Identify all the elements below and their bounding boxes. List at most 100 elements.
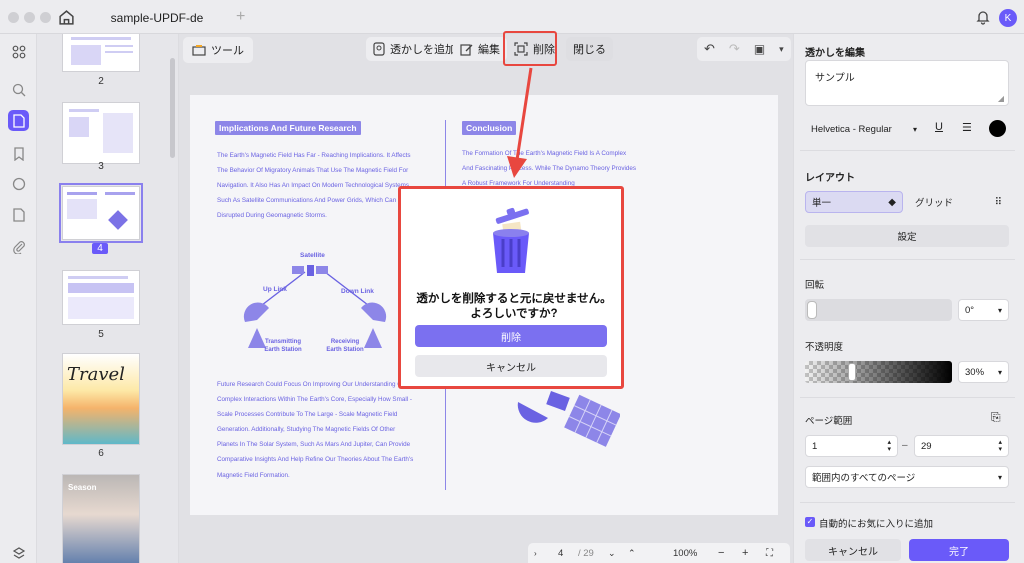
settings-label: 設定 — [897, 232, 917, 243]
zoom-out-icon[interactable]: − — [718, 547, 724, 559]
range-option-value: 範囲内のすべてのページ — [812, 473, 916, 484]
stepper-icon[interactable]: ▴ ▾ — [998, 439, 1002, 453]
redo-icon[interactable]: ↷ — [729, 41, 740, 57]
search-icon[interactable] — [9, 80, 28, 99]
close-watermark-button[interactable]: 閉じる — [566, 37, 613, 61]
panel-done-button[interactable]: 完了 — [909, 539, 1009, 561]
thumbnail-page-5[interactable] — [62, 270, 140, 325]
layout-single-option[interactable]: 単一 ◆ — [805, 191, 903, 213]
chevron-right-icon[interactable]: › — [534, 549, 537, 558]
thumbnail-travel-title: Travel — [67, 364, 125, 385]
rotation-slider[interactable] — [805, 299, 952, 321]
color-swatch[interactable] — [989, 120, 1006, 137]
edit-watermark-button[interactable]: 編集 — [453, 37, 507, 61]
align-icon[interactable]: ☰ — [962, 121, 972, 134]
opacity-value: 30% — [965, 366, 985, 378]
title-bar: sample-UPDF-de + K — [0, 0, 1024, 34]
new-tab-button[interactable]: + — [236, 8, 245, 26]
watermark-text-input[interactable]: サンプル ◢ — [805, 60, 1009, 106]
home-icon[interactable] — [58, 9, 75, 26]
font-value: Helvetica - Regular — [811, 123, 892, 135]
thumbnail-page-6[interactable]: Travel — [62, 353, 140, 445]
diagram-receiving-label: Receiving Earth Station — [326, 339, 364, 353]
chevron-down-icon[interactable]: ⌄ — [608, 548, 616, 559]
satellite-illustration — [517, 391, 620, 447]
opacity-slider[interactable] — [805, 361, 952, 383]
delete-highlight-box — [503, 31, 557, 66]
watermark-text-value: サンプル — [815, 73, 855, 84]
cancel-delete-button[interactable]: キャンセル — [415, 355, 607, 377]
rotation-select[interactable]: 0° ▾ — [958, 299, 1009, 321]
thumbnail-page-7[interactable]: Season — [62, 474, 140, 563]
stepper-icon[interactable]: ▴ ▾ — [887, 439, 891, 453]
layers-icon[interactable] — [9, 544, 28, 563]
layout-title: レイアウト — [805, 173, 855, 184]
thumbnail-page-4[interactable] — [59, 183, 143, 243]
section-paragraph: Future Research Could Focus On Improving… — [217, 381, 417, 479]
page-range-icon[interactable]: ⎘ — [991, 410, 1001, 425]
chevron-up-icon[interactable]: ⌃ — [628, 548, 636, 559]
range-to-value: 29 — [921, 440, 932, 452]
thumbnail-panel: 2 3 4 5 Travel 6 Season — [37, 34, 179, 563]
range-option-select[interactable]: 範囲内のすべてのページ ▾ — [805, 466, 1009, 488]
edit-icon — [460, 43, 473, 56]
range-from-input[interactable]: 1 ▴ ▾ — [805, 435, 898, 457]
zoom-window-button[interactable] — [40, 12, 51, 23]
thumbnail-number: 6 — [98, 448, 104, 459]
cancel-delete-label: キャンセル — [486, 362, 536, 374]
total-pages: / 29 — [578, 547, 594, 559]
divider — [800, 150, 1015, 151]
rotation-slider-thumb[interactable] — [807, 301, 817, 319]
settings-button[interactable]: 設定 — [805, 225, 1009, 247]
thumbnail-page-3[interactable] — [62, 102, 140, 164]
minimize-window-button[interactable] — [24, 12, 35, 23]
chevron-down-icon: ▾ — [997, 472, 1002, 482]
confirm-delete-button[interactable]: 削除 — [415, 325, 607, 347]
chevron-down-icon[interactable]: ▾ — [779, 44, 784, 55]
underline-icon[interactable]: U — [935, 121, 943, 133]
add-watermark-button[interactable]: 透かしを追加 — [366, 37, 463, 61]
apps-grid-icon[interactable] — [9, 42, 28, 61]
diagram-downlink-label: Down Link — [341, 288, 374, 295]
avatar-letter: K — [1004, 12, 1012, 24]
layout-grid-option[interactable]: グリッド ⠿ — [909, 191, 1007, 213]
save-icon[interactable]: ▣ — [754, 42, 765, 56]
auto-fav-checkbox[interactable]: ✓ — [805, 517, 815, 527]
diagram-satellite-label: Satellite — [300, 252, 325, 259]
stamp-icon — [373, 42, 385, 56]
thumbnail-scrollbar[interactable] — [170, 58, 175, 158]
section-paragraph: The Earth's Magnetic Field Has Far - Rea… — [217, 152, 411, 220]
undo-icon[interactable]: ↶ — [704, 41, 715, 57]
attachment-page-icon[interactable] — [9, 205, 28, 224]
zoom-level[interactable]: 100% — [673, 548, 697, 559]
fit-page-icon[interactable]: ⛶ — [766, 548, 773, 559]
paperclip-icon[interactable] — [9, 237, 28, 256]
diamond-icon: ◆ — [888, 196, 896, 208]
thumbnails-icon[interactable] — [8, 110, 29, 131]
tab-title: sample-UPDF-de — [110, 11, 204, 25]
thumbnail-number: 4 — [92, 243, 108, 254]
bell-icon[interactable] — [975, 9, 991, 25]
add-watermark-label: 透かしを追加 — [390, 44, 456, 56]
section-heading: Conclusion — [462, 121, 517, 135]
avatar[interactable]: K — [999, 9, 1017, 27]
thumbnail-number: 2 — [98, 76, 104, 87]
zoom-in-icon[interactable]: + — [742, 547, 748, 559]
bookmark-icon[interactable] — [9, 144, 28, 163]
satellite-diagram — [243, 265, 387, 348]
opacity-slider-thumb[interactable] — [848, 363, 857, 381]
rotation-title: 回転 — [805, 280, 825, 291]
comment-icon[interactable] — [9, 174, 28, 193]
opacity-select[interactable]: 30% ▾ — [958, 361, 1009, 383]
current-page[interactable]: 4 — [558, 548, 563, 559]
resize-handle-icon[interactable]: ◢ — [998, 94, 1004, 103]
tools-button[interactable]: ツール — [183, 37, 253, 63]
history-group: ↶ ↷ ▣ ▾ — [697, 37, 791, 61]
close-window-button[interactable] — [8, 12, 19, 23]
auto-fav-label: 自動的にお気に入りに追加 — [819, 519, 934, 530]
document-tab[interactable]: sample-UPDF-de — [92, 4, 222, 32]
panel-cancel-button[interactable]: キャンセル — [805, 539, 901, 561]
font-select[interactable]: Helvetica - Regular ▾ — [805, 118, 923, 140]
thumbnail-page-2[interactable] — [62, 34, 140, 72]
range-to-input[interactable]: 29 ▴ ▾ — [914, 435, 1009, 457]
